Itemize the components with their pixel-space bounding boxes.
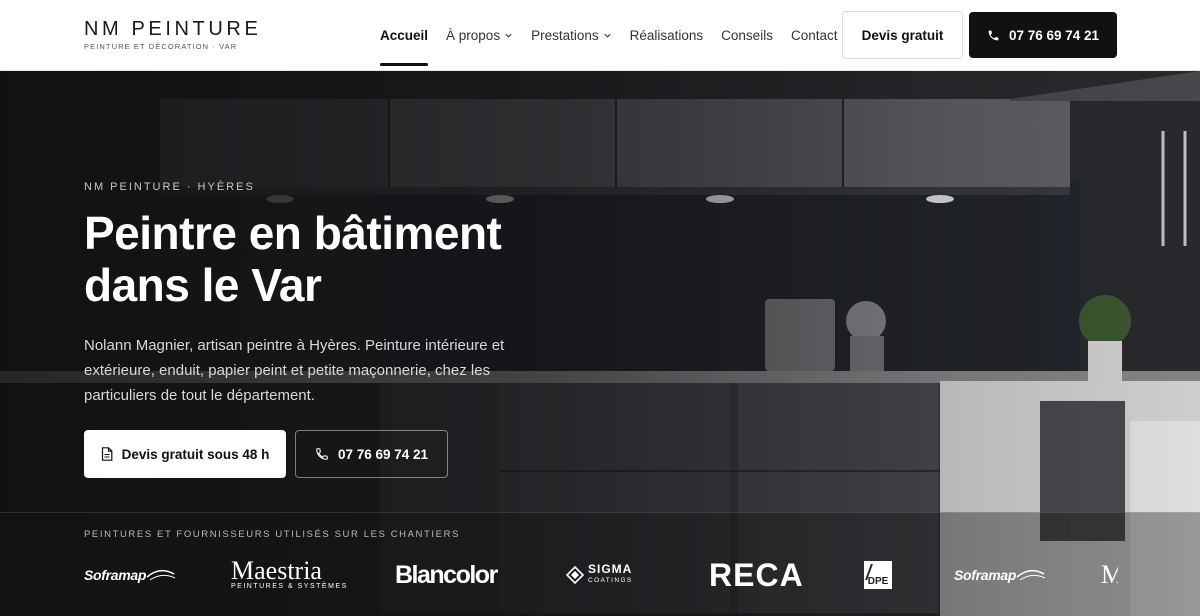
hero-title-line-1: Peintre en bâtiment: [84, 207, 502, 259]
nav-item-prestations[interactable]: Prestations: [531, 0, 612, 70]
swoosh-icon: [1016, 569, 1046, 581]
brand-logo[interactable]: NM PEINTURE PEINTURE ET DÉCORATION · VAR: [84, 19, 261, 51]
nav-item-label: Conseils: [721, 27, 773, 43]
soframap-logo-text: Soframap: [84, 567, 147, 583]
nav-item-label: À propos: [446, 27, 501, 43]
nav-item-label: Accueil: [380, 27, 429, 43]
suppliers-strip: PEINTURES ET FOURNISSEURS UTILISÉS SUR L…: [0, 512, 1200, 616]
quote-button-label: Devis gratuit: [861, 27, 944, 43]
blancolor-logo-text: Blancolor: [395, 560, 498, 589]
site-header: NM PEINTURE PEINTURE ET DÉCORATION · VAR…: [0, 0, 1200, 71]
soframap-logo-text: Soframap: [954, 567, 1017, 583]
hero-phone-button-label: 07 76 69 74 21: [337, 446, 429, 462]
quote-48h-button[interactable]: Devis gratuit sous 48 h: [84, 430, 286, 478]
chevron-down-icon: [505, 33, 512, 38]
maestria-logo-text: Maestria: [231, 556, 322, 585]
maestria-logo-text: M: [1101, 560, 1118, 589]
sigma-logo-text: SIGMA: [588, 562, 633, 576]
brand-name: NM PEINTURE: [84, 18, 262, 40]
hero-description: Nolann Magnier, artisan peintre à Hyères…: [84, 337, 505, 404]
dpe-logo-box: DPE: [864, 561, 892, 589]
maestria-logo: M: [1101, 553, 1118, 597]
maestria-logo: Maestria PEINTURES & SYSTÈMES: [231, 553, 348, 597]
dpe-logo: DPE: [864, 553, 892, 597]
swoosh-icon: [146, 569, 176, 581]
reca-logo: RECA: [709, 553, 804, 597]
main-nav: Accueil À propos Prestations Réalisation…: [380, 0, 855, 70]
hero-title-line-2: dans le Var: [84, 259, 322, 311]
nav-item-label: Réalisations: [629, 27, 704, 43]
nav-item-contact[interactable]: Contact: [791, 0, 838, 70]
brand-tagline: PEINTURE ET DÉCORATION · VAR: [84, 42, 238, 51]
suppliers-label: PEINTURES ET FOURNISSEURS UTILISÉS SUR L…: [84, 529, 460, 540]
dpe-logo-text: DPE: [867, 576, 889, 587]
hero-eyebrow: NM PEINTURE · HYÈRES: [84, 181, 255, 193]
nav-item-conseils[interactable]: Conseils: [721, 0, 773, 70]
phone-button[interactable]: 07 76 69 74 21: [969, 12, 1117, 58]
nav-item-a-propos[interactable]: À propos: [446, 0, 513, 70]
maestria-logo-sub: PEINTURES & SYSTÈMES: [231, 583, 348, 590]
hero-title: Peintre en bâtiment dans le Var: [84, 207, 564, 311]
document-icon: [101, 447, 112, 461]
reca-logo-text: RECA: [709, 556, 804, 593]
suppliers-logos: Soframap Maestria PEINTURES & SYSTÈMES B…: [84, 553, 1118, 597]
quote-48h-button-label: Devis gratuit sous 48 h: [121, 446, 270, 462]
hero-section: NM PEINTURE · HYÈRES Peintre en bâtiment…: [0, 71, 1200, 616]
phone-icon: [988, 30, 999, 40]
sigma-diamond-icon: [566, 566, 584, 584]
nav-item-label: Prestations: [531, 27, 599, 43]
nav-item-label: Contact: [790, 27, 838, 43]
phone-icon: [316, 448, 328, 460]
nav-item-accueil[interactable]: Accueil: [380, 0, 429, 70]
soframap-logo: Soframap: [84, 553, 176, 597]
nav-item-realisations[interactable]: Réalisations: [630, 0, 704, 70]
sigma-logo-sub: COATINGS: [588, 577, 633, 584]
chevron-down-icon: [604, 33, 611, 38]
sigma-logo: SIGMA COATINGS: [566, 553, 633, 597]
blancolor-logo: Blancolor: [395, 553, 498, 597]
soframap-logo: Soframap: [954, 553, 1046, 597]
quote-button[interactable]: Devis gratuit: [842, 11, 963, 59]
hero-phone-button[interactable]: 07 76 69 74 21: [295, 430, 448, 478]
phone-button-label: 07 76 69 74 21: [1008, 27, 1100, 43]
